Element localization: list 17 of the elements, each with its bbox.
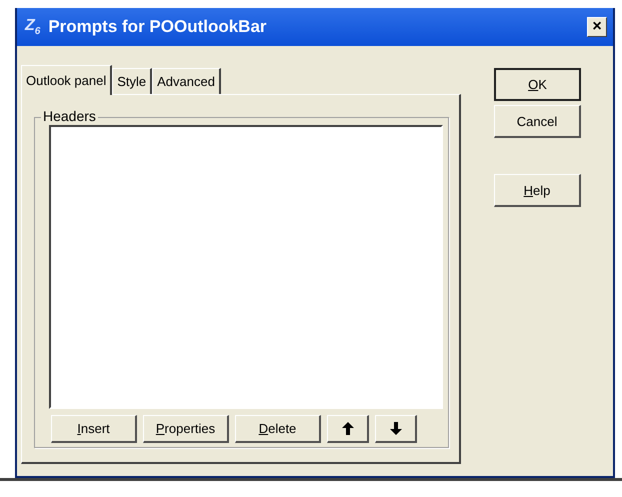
tab[interactable]: Style — [112, 68, 152, 94]
dialog-button[interactable]: Help — [494, 174, 581, 207]
up-arrow-icon — [342, 422, 354, 435]
tab[interactable]: Outlook panel — [21, 65, 112, 95]
list-button[interactable]: Insert — [51, 415, 137, 443]
dialog-button[interactable]: Cancel — [494, 105, 581, 138]
list-button[interactable]: Properties — [143, 415, 229, 443]
move-up-button[interactable] — [327, 415, 369, 443]
list-button[interactable]: Delete — [235, 415, 321, 443]
close-button[interactable]: × — [587, 17, 607, 37]
group-title: Headers — [41, 108, 98, 124]
dialog-button[interactable]: OK — [494, 68, 581, 101]
window-title: Prompts for POOutlookBar — [48, 17, 268, 37]
down-arrow-icon — [390, 422, 402, 435]
tab[interactable]: Advanced — [152, 68, 221, 94]
app-logo-icon: Z$_{6}$ — [25, 16, 40, 38]
move-down-button[interactable] — [375, 415, 417, 443]
